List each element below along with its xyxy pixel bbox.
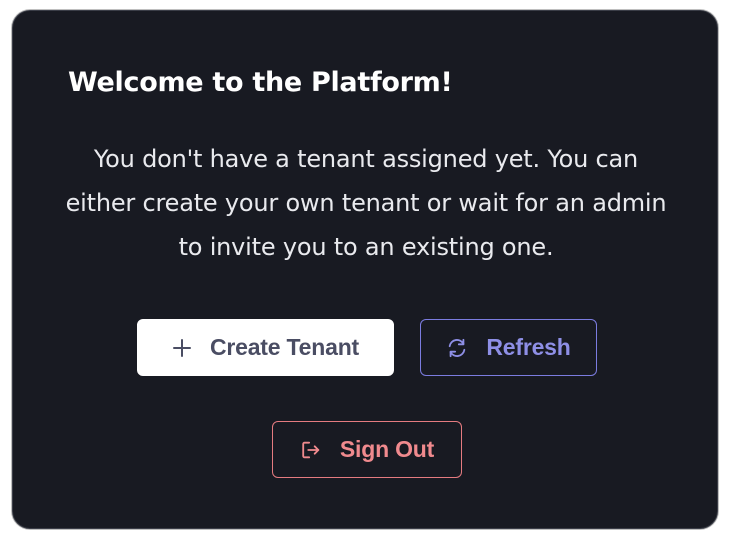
refresh-label: Refresh: [486, 334, 571, 360]
welcome-card: Welcome to the Platform! You don't have …: [12, 10, 718, 529]
create-tenant-label: Create Tenant: [209, 334, 360, 360]
sign-out-label: Sign Out: [339, 436, 435, 462]
no-tenant-message: You don't have a tenant assigned yet. Yo…: [65, 145, 667, 261]
plus-icon: [172, 338, 191, 357]
create-tenant-button[interactable]: Create Tenant: [137, 319, 394, 376]
sign-out-button[interactable]: Sign Out: [272, 421, 462, 478]
refresh-icon: [449, 338, 466, 357]
refresh-button[interactable]: Refresh: [420, 319, 597, 376]
welcome-title: Welcome to the Platform!: [68, 67, 453, 98]
sign-out-icon: [302, 441, 320, 458]
